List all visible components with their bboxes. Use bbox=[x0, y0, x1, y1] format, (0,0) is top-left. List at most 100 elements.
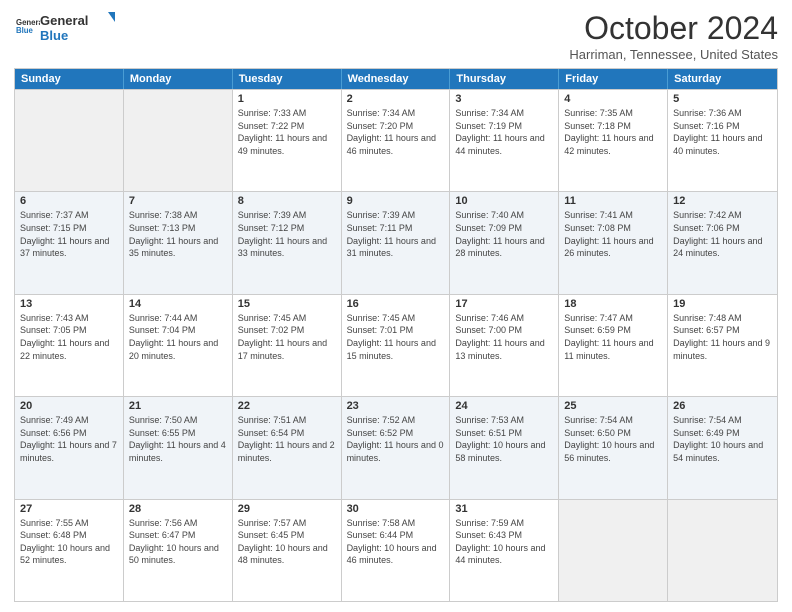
cell-info: Sunrise: 7:39 AMSunset: 7:11 PMDaylight:… bbox=[347, 209, 445, 259]
day-number: 19 bbox=[673, 298, 772, 310]
day-header-tuesday: Tuesday bbox=[233, 69, 342, 89]
cell-info: Sunrise: 7:45 AMSunset: 7:02 PMDaylight:… bbox=[238, 312, 336, 362]
calendar-cell: 15 Sunrise: 7:45 AMSunset: 7:02 PMDayligh… bbox=[233, 295, 342, 396]
calendar-body: 1 Sunrise: 7:33 AMSunset: 7:22 PMDaylight… bbox=[15, 89, 777, 601]
calendar-cell: 28 Sunrise: 7:56 AMSunset: 6:47 PMDayligh… bbox=[124, 500, 233, 601]
page: General Blue General Blue October 2024 H… bbox=[0, 0, 792, 612]
cell-info: Sunrise: 7:44 AMSunset: 7:04 PMDaylight:… bbox=[129, 312, 227, 362]
cell-info: Sunrise: 7:45 AMSunset: 7:01 PMDaylight:… bbox=[347, 312, 445, 362]
calendar-cell: 11Sunrise: 7:41 AMSunset: 7:08 PMDayligh… bbox=[559, 192, 668, 293]
calendar-cell: 27Sunrise: 7:55 AMSunset: 6:48 PMDayligh… bbox=[15, 500, 124, 601]
day-number: 21 bbox=[129, 400, 227, 412]
calendar-cell: 10Sunrise: 7:40 AMSunset: 7:09 PMDayligh… bbox=[450, 192, 559, 293]
day-number: 10 bbox=[455, 195, 553, 207]
calendar-cell: 12Sunrise: 7:42 AMSunset: 7:06 PMDayligh… bbox=[668, 192, 777, 293]
day-number: 1 bbox=[238, 93, 336, 105]
calendar-week-2: 6Sunrise: 7:37 AMSunset: 7:15 PMDaylight… bbox=[15, 191, 777, 293]
calendar-cell: 13Sunrise: 7:43 AMSunset: 7:05 PMDayligh… bbox=[15, 295, 124, 396]
cell-info: Sunrise: 7:33 AMSunset: 7:22 PMDaylight:… bbox=[238, 107, 336, 157]
calendar-cell: 2 Sunrise: 7:34 AMSunset: 7:20 PMDaylight… bbox=[342, 90, 451, 191]
calendar-cell: 19 Sunrise: 7:48 AMSunset: 6:57 PMDayligh… bbox=[668, 295, 777, 396]
month-title: October 2024 bbox=[569, 10, 778, 47]
calendar-cell: 31 Sunrise: 7:59 AMSunset: 6:43 PMDayligh… bbox=[450, 500, 559, 601]
cell-info: Sunrise: 7:55 AMSunset: 6:48 PMDaylight:… bbox=[20, 517, 118, 567]
day-number: 15 bbox=[238, 298, 336, 310]
calendar-cell: 1 Sunrise: 7:33 AMSunset: 7:22 PMDaylight… bbox=[233, 90, 342, 191]
calendar-cell: 26 Sunrise: 7:54 AMSunset: 6:49 PMDayligh… bbox=[668, 397, 777, 498]
day-number: 30 bbox=[347, 503, 445, 515]
calendar-cell: 8 Sunrise: 7:39 AMSunset: 7:12 PMDaylight… bbox=[233, 192, 342, 293]
day-number: 16 bbox=[347, 298, 445, 310]
cell-info: Sunrise: 7:52 AMSunset: 6:52 PMDaylight:… bbox=[347, 414, 445, 464]
day-number: 22 bbox=[238, 400, 336, 412]
calendar-cell: 9 Sunrise: 7:39 AMSunset: 7:11 PMDaylight… bbox=[342, 192, 451, 293]
calendar: SundayMondayTuesdayWednesdayThursdayFrid… bbox=[14, 68, 778, 602]
cell-info: Sunrise: 7:48 AMSunset: 6:57 PMDaylight:… bbox=[673, 312, 772, 362]
cell-info: Sunrise: 7:54 AMSunset: 6:49 PMDaylight:… bbox=[673, 414, 772, 464]
cell-info: Sunrise: 7:34 AMSunset: 7:20 PMDaylight:… bbox=[347, 107, 445, 157]
logo: General Blue General Blue bbox=[14, 10, 115, 46]
cell-info: Sunrise: 7:57 AMSunset: 6:45 PMDaylight:… bbox=[238, 517, 336, 567]
day-number: 31 bbox=[455, 503, 553, 515]
svg-text:Blue: Blue bbox=[16, 26, 34, 35]
cell-info: Sunrise: 7:34 AMSunset: 7:19 PMDaylight:… bbox=[455, 107, 553, 157]
calendar-cell: 24Sunrise: 7:53 AMSunset: 6:51 PMDayligh… bbox=[450, 397, 559, 498]
cell-info: Sunrise: 7:53 AMSunset: 6:51 PMDaylight:… bbox=[455, 414, 553, 464]
calendar-cell: 14 Sunrise: 7:44 AMSunset: 7:04 PMDayligh… bbox=[124, 295, 233, 396]
calendar-cell: 7Sunrise: 7:38 AMSunset: 7:13 PMDaylight… bbox=[124, 192, 233, 293]
cell-info: Sunrise: 7:37 AMSunset: 7:15 PMDaylight:… bbox=[20, 209, 118, 259]
location: Harriman, Tennessee, United States bbox=[569, 47, 778, 62]
day-number: 20 bbox=[20, 400, 118, 412]
day-header-monday: Monday bbox=[124, 69, 233, 89]
day-header-sunday: Sunday bbox=[15, 69, 124, 89]
cell-info: Sunrise: 7:59 AMSunset: 6:43 PMDaylight:… bbox=[455, 517, 553, 567]
day-number: 9 bbox=[347, 195, 445, 207]
logo-svg: General Blue bbox=[40, 10, 115, 46]
calendar-cell: 21 Sunrise: 7:50 AMSunset: 6:55 PMDayligh… bbox=[124, 397, 233, 498]
cell-info: Sunrise: 7:58 AMSunset: 6:44 PMDaylight:… bbox=[347, 517, 445, 567]
calendar-cell: 29Sunrise: 7:57 AMSunset: 6:45 PMDayligh… bbox=[233, 500, 342, 601]
calendar-cell: 30 Sunrise: 7:58 AMSunset: 6:44 PMDayligh… bbox=[342, 500, 451, 601]
cell-info: Sunrise: 7:39 AMSunset: 7:12 PMDaylight:… bbox=[238, 209, 336, 259]
calendar-cell bbox=[15, 90, 124, 191]
day-header-thursday: Thursday bbox=[450, 69, 559, 89]
calendar-cell: 16 Sunrise: 7:45 AMSunset: 7:01 PMDayligh… bbox=[342, 295, 451, 396]
day-header-saturday: Saturday bbox=[668, 69, 777, 89]
day-number: 8 bbox=[238, 195, 336, 207]
calendar-cell bbox=[124, 90, 233, 191]
calendar-cell: 5Sunrise: 7:36 AMSunset: 7:16 PMDaylight… bbox=[668, 90, 777, 191]
calendar-cell bbox=[668, 500, 777, 601]
day-number: 28 bbox=[129, 503, 227, 515]
day-header-friday: Friday bbox=[559, 69, 668, 89]
cell-info: Sunrise: 7:41 AMSunset: 7:08 PMDaylight:… bbox=[564, 209, 662, 259]
cell-info: Sunrise: 7:56 AMSunset: 6:47 PMDaylight:… bbox=[129, 517, 227, 567]
calendar-cell: 17 Sunrise: 7:46 AMSunset: 7:00 PMDayligh… bbox=[450, 295, 559, 396]
calendar-week-5: 27Sunrise: 7:55 AMSunset: 6:48 PMDayligh… bbox=[15, 499, 777, 601]
svg-text:Blue: Blue bbox=[40, 28, 68, 43]
day-number: 18 bbox=[564, 298, 662, 310]
calendar-cell: 4 Sunrise: 7:35 AMSunset: 7:18 PMDaylight… bbox=[559, 90, 668, 191]
svg-text:General: General bbox=[40, 13, 88, 28]
calendar-cell: 20Sunrise: 7:49 AMSunset: 6:56 PMDayligh… bbox=[15, 397, 124, 498]
day-number: 25 bbox=[564, 400, 662, 412]
day-number: 14 bbox=[129, 298, 227, 310]
day-number: 17 bbox=[455, 298, 553, 310]
day-number: 13 bbox=[20, 298, 118, 310]
day-number: 2 bbox=[347, 93, 445, 105]
title-block: October 2024 Harriman, Tennessee, United… bbox=[569, 10, 778, 62]
cell-info: Sunrise: 7:35 AMSunset: 7:18 PMDaylight:… bbox=[564, 107, 662, 157]
header: General Blue General Blue October 2024 H… bbox=[14, 10, 778, 62]
calendar-week-3: 13Sunrise: 7:43 AMSunset: 7:05 PMDayligh… bbox=[15, 294, 777, 396]
calendar-week-1: 1 Sunrise: 7:33 AMSunset: 7:22 PMDaylight… bbox=[15, 89, 777, 191]
day-number: 4 bbox=[564, 93, 662, 105]
day-number: 12 bbox=[673, 195, 772, 207]
day-number: 7 bbox=[129, 195, 227, 207]
cell-info: Sunrise: 7:50 AMSunset: 6:55 PMDaylight:… bbox=[129, 414, 227, 464]
calendar-cell: 3Sunrise: 7:34 AMSunset: 7:19 PMDaylight… bbox=[450, 90, 559, 191]
cell-info: Sunrise: 7:54 AMSunset: 6:50 PMDaylight:… bbox=[564, 414, 662, 464]
logo-icon: General Blue bbox=[16, 14, 40, 38]
day-number: 5 bbox=[673, 93, 772, 105]
day-number: 26 bbox=[673, 400, 772, 412]
calendar-cell: 23Sunrise: 7:52 AMSunset: 6:52 PMDayligh… bbox=[342, 397, 451, 498]
cell-info: Sunrise: 7:46 AMSunset: 7:00 PMDaylight:… bbox=[455, 312, 553, 362]
